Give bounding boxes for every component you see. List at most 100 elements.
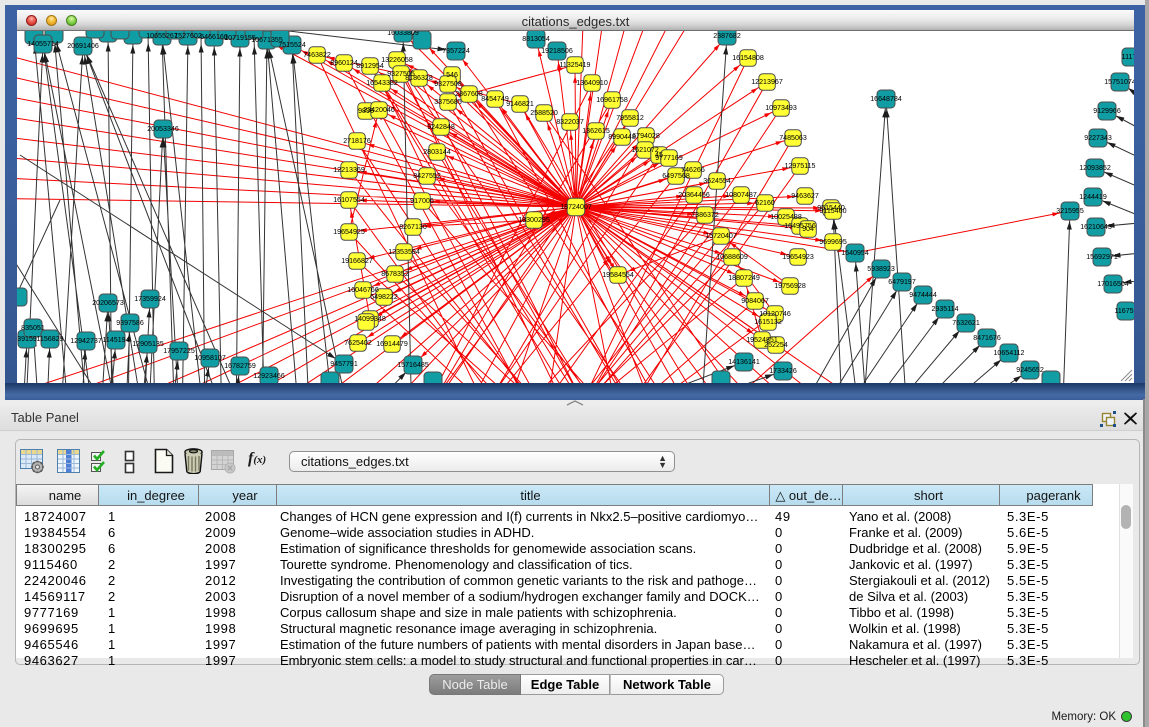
svg-text:917006: 917006 bbox=[410, 197, 434, 205]
svg-text:9146821: 9146821 bbox=[506, 100, 534, 108]
svg-text:16210643: 16210643 bbox=[1080, 223, 1112, 231]
svg-text:8186328: 8186328 bbox=[405, 74, 433, 82]
svg-text:18807249: 18807249 bbox=[728, 274, 760, 282]
svg-text:252254: 252254 bbox=[764, 341, 788, 349]
svg-text:11325419: 11325419 bbox=[559, 61, 590, 69]
svg-text:904: 904 bbox=[802, 225, 814, 233]
svg-text:2588520: 2588520 bbox=[530, 109, 558, 117]
svg-text:18300295: 18300295 bbox=[518, 216, 550, 224]
svg-text:9397586: 9397586 bbox=[116, 319, 144, 327]
svg-text:1733426: 1733426 bbox=[769, 367, 797, 375]
svg-text:10654112: 10654112 bbox=[993, 349, 1024, 357]
svg-text:7386372: 7386372 bbox=[691, 211, 719, 219]
svg-text:12905135: 12905135 bbox=[132, 340, 164, 348]
svg-text:15692971: 15692971 bbox=[1086, 253, 1118, 261]
svg-text:19166827: 19166827 bbox=[341, 257, 373, 265]
svg-text:1527602: 1527602 bbox=[174, 32, 202, 40]
svg-text:15720407: 15720407 bbox=[705, 232, 737, 240]
svg-text:16543382: 16543382 bbox=[366, 79, 398, 87]
svg-text:20206573: 20206573 bbox=[92, 299, 124, 307]
svg-text:10120746: 10120746 bbox=[759, 310, 791, 318]
svg-text:7463822: 7463822 bbox=[303, 51, 331, 59]
svg-text:1640954: 1640954 bbox=[841, 249, 869, 257]
svg-text:15716485: 15716485 bbox=[397, 361, 429, 369]
svg-text:8267130: 8267130 bbox=[399, 223, 427, 231]
svg-text:16154808: 16154808 bbox=[732, 54, 764, 62]
svg-text:12942737: 12942737 bbox=[70, 337, 102, 345]
svg-text:9777169: 9777169 bbox=[655, 154, 683, 162]
svg-text:20691406: 20691406 bbox=[67, 42, 99, 50]
svg-text:1145194: 1145194 bbox=[102, 336, 129, 344]
svg-text:17957225: 17957225 bbox=[163, 347, 195, 355]
svg-text:13226058: 13226058 bbox=[381, 56, 413, 64]
svg-text:5498222: 5498222 bbox=[370, 293, 398, 301]
svg-text:9327508: 9327508 bbox=[434, 80, 462, 88]
svg-text:13640910: 13640910 bbox=[576, 79, 608, 87]
svg-text:9227343: 9227343 bbox=[1084, 134, 1112, 142]
svg-text:16914479: 16914479 bbox=[376, 340, 408, 348]
svg-text:8427552: 8427552 bbox=[413, 172, 441, 180]
svg-text:12975115: 12975115 bbox=[784, 162, 815, 170]
svg-text:16648784: 16648784 bbox=[870, 95, 902, 103]
svg-text:9115460: 9115460 bbox=[819, 207, 846, 215]
svg-text:1156829: 1156829 bbox=[36, 335, 63, 343]
svg-text:8960124: 8960124 bbox=[330, 59, 358, 67]
svg-text:12093852: 12093852 bbox=[1079, 164, 1111, 172]
svg-text:2387682: 2387682 bbox=[713, 32, 741, 40]
svg-text:17016504: 17016504 bbox=[1097, 280, 1129, 288]
svg-text:2718176: 2718176 bbox=[343, 137, 371, 145]
svg-text:8912954: 8912954 bbox=[356, 62, 384, 70]
svg-text:14136141: 14136141 bbox=[728, 358, 760, 366]
svg-text:546: 546 bbox=[446, 71, 458, 79]
svg-text:3624554: 3624554 bbox=[703, 177, 731, 185]
svg-text:20053346: 20053346 bbox=[147, 125, 179, 133]
svg-text:10655267: 10655267 bbox=[146, 32, 178, 40]
svg-text:8454749: 8454749 bbox=[481, 95, 509, 103]
svg-text:3375685: 3375685 bbox=[434, 98, 462, 106]
svg-text:1362615: 1362615 bbox=[582, 127, 610, 135]
svg-text:12213369: 12213369 bbox=[333, 166, 365, 174]
svg-text:7632621: 7632621 bbox=[952, 319, 980, 327]
svg-text:19218506: 19218506 bbox=[541, 47, 573, 55]
svg-text:116753: 116753 bbox=[1114, 307, 1134, 315]
svg-text:11174: 11174 bbox=[1122, 53, 1134, 61]
svg-text:15751074: 15751074 bbox=[1104, 78, 1134, 86]
svg-text:12213967: 12213967 bbox=[751, 78, 783, 86]
svg-text:16782759: 16782759 bbox=[224, 362, 256, 370]
svg-text:17359924: 17359924 bbox=[134, 295, 166, 303]
svg-text:12923466: 12923466 bbox=[253, 372, 285, 380]
svg-text:1615132: 1615132 bbox=[754, 318, 782, 326]
svg-text:10688609: 10688609 bbox=[716, 253, 748, 261]
svg-text:6794028: 6794028 bbox=[632, 132, 660, 140]
svg-text:9242848: 9242848 bbox=[427, 123, 455, 131]
svg-text:9245652: 9245652 bbox=[1016, 366, 1044, 374]
svg-text:7625402: 7625402 bbox=[344, 339, 372, 347]
svg-text:10958107: 10958107 bbox=[194, 354, 226, 362]
svg-text:19654923: 19654923 bbox=[782, 253, 814, 261]
svg-text:9699695: 9699695 bbox=[819, 238, 847, 246]
svg-text:16033809: 16033809 bbox=[387, 31, 419, 37]
svg-text:3215955: 3215955 bbox=[1056, 207, 1084, 215]
svg-text:5938923: 5938923 bbox=[867, 265, 895, 273]
svg-text:6479197: 6479197 bbox=[888, 278, 916, 286]
svg-text:14099348: 14099348 bbox=[354, 315, 386, 323]
svg-text:8322037: 8322037 bbox=[556, 118, 584, 126]
svg-text:6497568: 6497568 bbox=[662, 172, 690, 180]
svg-text:7357224: 7357224 bbox=[442, 47, 470, 55]
svg-text:14055714: 14055714 bbox=[27, 40, 59, 48]
svg-text:9084067: 9084067 bbox=[741, 297, 769, 305]
svg-text:8471676: 8471676 bbox=[973, 334, 1001, 342]
svg-text:9129966: 9129966 bbox=[1093, 107, 1121, 115]
svg-text:10807487: 10807487 bbox=[725, 191, 757, 199]
svg-text:10973493: 10973493 bbox=[765, 104, 797, 112]
svg-text:9463627: 9463627 bbox=[791, 192, 819, 200]
svg-text:8813054: 8813054 bbox=[522, 35, 550, 43]
svg-text:8678352: 8678352 bbox=[381, 270, 409, 278]
svg-text:835051: 835051 bbox=[21, 324, 45, 332]
svg-text:7515524: 7515524 bbox=[278, 41, 306, 49]
svg-text:23420046: 23420046 bbox=[363, 106, 395, 114]
svg-text:9474444: 9474444 bbox=[909, 291, 937, 299]
svg-text:18724007: 18724007 bbox=[560, 203, 592, 211]
svg-text:12353594: 12353594 bbox=[388, 248, 420, 256]
svg-text:19584554: 19584554 bbox=[602, 271, 634, 279]
